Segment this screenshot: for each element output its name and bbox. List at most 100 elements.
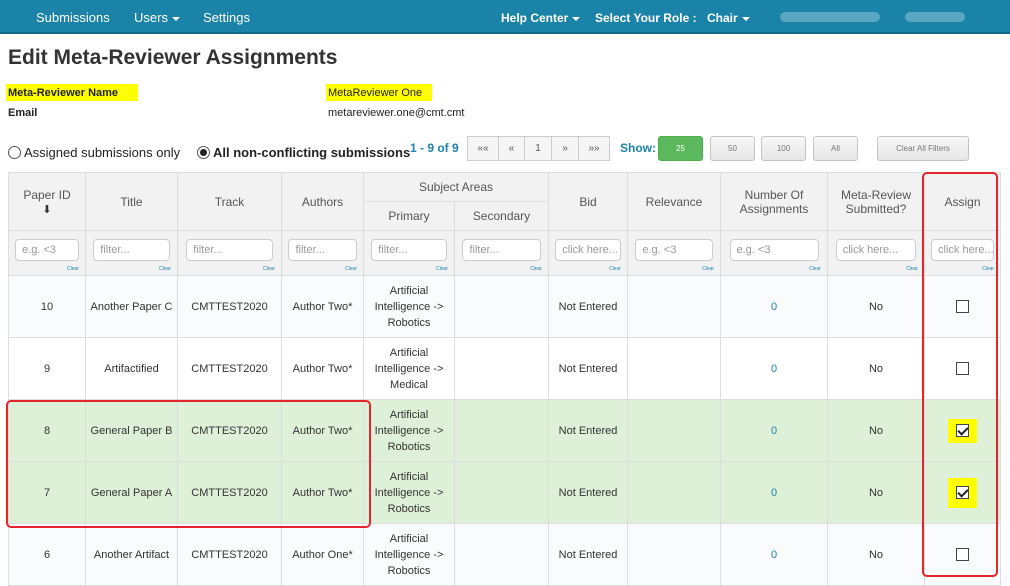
assignments-count-link[interactable]: 0 [771, 425, 777, 437]
pager-page-1[interactable]: 1 [524, 136, 552, 161]
cell-meta-review-submitted: No [827, 523, 926, 586]
show-100-button[interactable]: 100 [761, 136, 806, 161]
filter-clear-link[interactable]: Clear [263, 266, 275, 272]
header-title[interactable]: Title [85, 172, 178, 231]
pager-next[interactable]: » [551, 136, 579, 161]
filter-cell-primary: filter... Clear [363, 230, 455, 276]
role-label: Select Your Role : [595, 11, 697, 25]
filter-clear-link[interactable]: Clear [982, 266, 994, 272]
cell-primary: Artificial Intelligence -> Robotics [363, 461, 455, 524]
assignments-count-link[interactable]: 0 [771, 301, 777, 313]
filter-primary-input[interactable]: filter... [371, 239, 447, 261]
header-authors[interactable]: Authors [281, 172, 364, 231]
nav-settings[interactable]: Settings [203, 10, 250, 25]
filter-paper-id-input[interactable]: e.g. <3 [15, 239, 79, 261]
radio-assigned-only[interactable]: Assigned submissions only [8, 145, 180, 160]
cell-paper-id: 9 [8, 337, 86, 400]
filter-cell-secondary: filter... Clear [453, 230, 550, 276]
pager-first[interactable]: «« [467, 136, 499, 161]
assignments-count-link[interactable]: 0 [771, 487, 777, 499]
assign-checkbox[interactable] [956, 424, 970, 438]
radio-button-icon [8, 146, 21, 159]
filter-title-input[interactable]: filter... [93, 239, 170, 261]
table-row: 9 Artifactified CMTTEST2020 Author Two* … [8, 337, 1002, 400]
redacted-user-menu[interactable] [905, 12, 965, 22]
redacted-user-name[interactable] [780, 12, 880, 22]
cell-authors: Author Two* [281, 399, 364, 462]
filter-cell-number-of-assignments: e.g. <3 Clear [720, 230, 829, 276]
header-paper-id[interactable]: Paper ID ⬇ [8, 172, 86, 231]
cell-track: CMTTEST2020 [177, 523, 282, 586]
filter-number-of-assignments-input[interactable]: e.g. <3 [729, 239, 819, 261]
header-secondary[interactable]: Secondary [453, 201, 550, 231]
clear-all-filters-button[interactable]: Clear All Filters [877, 136, 969, 161]
cell-number-of-assignments: 0 [720, 461, 829, 524]
filter-clear-link[interactable]: Clear [530, 266, 542, 272]
radio-assigned-label: Assigned submissions only [24, 145, 181, 160]
cell-track: CMTTEST2020 [177, 461, 282, 524]
header-track[interactable]: Track [177, 172, 282, 231]
cell-bid: Not Entered [548, 275, 629, 338]
header-assign[interactable]: Assign [924, 172, 1002, 231]
cell-assign [924, 275, 1002, 338]
assign-checkbox[interactable] [956, 362, 970, 376]
filter-clear-link[interactable]: Clear [436, 266, 448, 272]
filter-clear-link[interactable]: Clear [906, 266, 918, 272]
table-row: 8 General Paper B CMTTEST2020 Author Two… [8, 399, 1002, 462]
assign-checkbox[interactable] [956, 548, 970, 562]
filter-cell-track: filter... Clear [177, 230, 282, 276]
header-number-of-assignments[interactable]: Number Of Assignments [720, 172, 829, 231]
filter-meta-review-submitted-input[interactable]: click here... [835, 239, 917, 261]
filter-authors-input[interactable]: filter... [288, 239, 357, 261]
assignments-count-link[interactable]: 0 [771, 549, 777, 561]
show-50-button[interactable]: 50 [710, 136, 755, 161]
filter-bid-input[interactable]: click here... [555, 239, 621, 261]
assign-checkbox[interactable] [956, 300, 970, 314]
filter-clear-link[interactable]: Clear [159, 266, 171, 272]
nav-help-center[interactable]: Help Center [501, 11, 581, 25]
show-all-button[interactable]: All [813, 136, 858, 161]
email-value: metareviewer.one@cmt.cmt [328, 107, 465, 119]
filter-secondary-input[interactable]: filter... [462, 239, 541, 261]
filter-clear-link[interactable]: Clear [609, 266, 621, 272]
filter-clear-link[interactable]: Clear [345, 266, 357, 272]
header-bid[interactable]: Bid [548, 172, 629, 231]
cell-meta-review-submitted: No [827, 337, 926, 400]
header-relevance[interactable]: Relevance [627, 172, 722, 231]
assign-checkbox[interactable] [956, 486, 970, 500]
cell-authors: Author Two* [281, 337, 364, 400]
show-25-button[interactable]: 25 [658, 136, 703, 161]
filter-clear-link[interactable]: Clear [67, 266, 79, 272]
filter-cell-meta-review-submitted: click here... Clear [827, 230, 926, 276]
radio-all-nonconflicting[interactable]: All non-conflicting submissions [197, 145, 410, 160]
pager-prev[interactable]: « [498, 136, 525, 161]
cell-number-of-assignments: 0 [720, 399, 829, 462]
role-selector[interactable]: Chair [707, 11, 750, 25]
header-subject-areas: Subject Areas [362, 172, 550, 202]
filter-clear-link[interactable]: Clear [702, 266, 714, 272]
assignments-table: Paper ID ⬇ Title Track Authors Subject Ar… [8, 172, 1002, 586]
header-meta-review-submitted[interactable]: Meta-Review Submitted? [827, 172, 926, 231]
top-navbar: Submissions Users Settings Help Center S… [0, 0, 1010, 34]
assignments-count-link[interactable]: 0 [771, 363, 777, 375]
cell-relevance [627, 337, 722, 400]
cell-relevance [627, 275, 722, 338]
cell-secondary [453, 461, 550, 524]
filter-track-input[interactable]: filter... [186, 239, 273, 261]
cell-assign [924, 337, 1002, 400]
cell-bid: Not Entered [548, 399, 629, 462]
filter-assign-input[interactable]: click here... [931, 239, 995, 261]
filter-clear-link[interactable]: Clear [809, 266, 821, 272]
nav-submissions[interactable]: Submissions [36, 10, 110, 25]
cell-relevance [627, 523, 722, 586]
cell-primary: Artificial Intelligence -> Robotics [363, 275, 455, 338]
pager-last[interactable]: »» [578, 136, 610, 161]
filter-relevance-input[interactable]: e.g. <3 [635, 239, 713, 261]
meta-reviewer-name-label: Meta-Reviewer Name [6, 84, 138, 101]
cell-paper-id: 7 [8, 461, 86, 524]
nav-users[interactable]: Users [134, 10, 180, 25]
table-row: 10 Another Paper C CMTTEST2020 Author Tw… [8, 275, 1002, 338]
cell-authors: Author Two* [281, 275, 364, 338]
header-primary[interactable]: Primary [363, 201, 455, 231]
result-range: 1 - 9 of 9 [410, 141, 459, 155]
